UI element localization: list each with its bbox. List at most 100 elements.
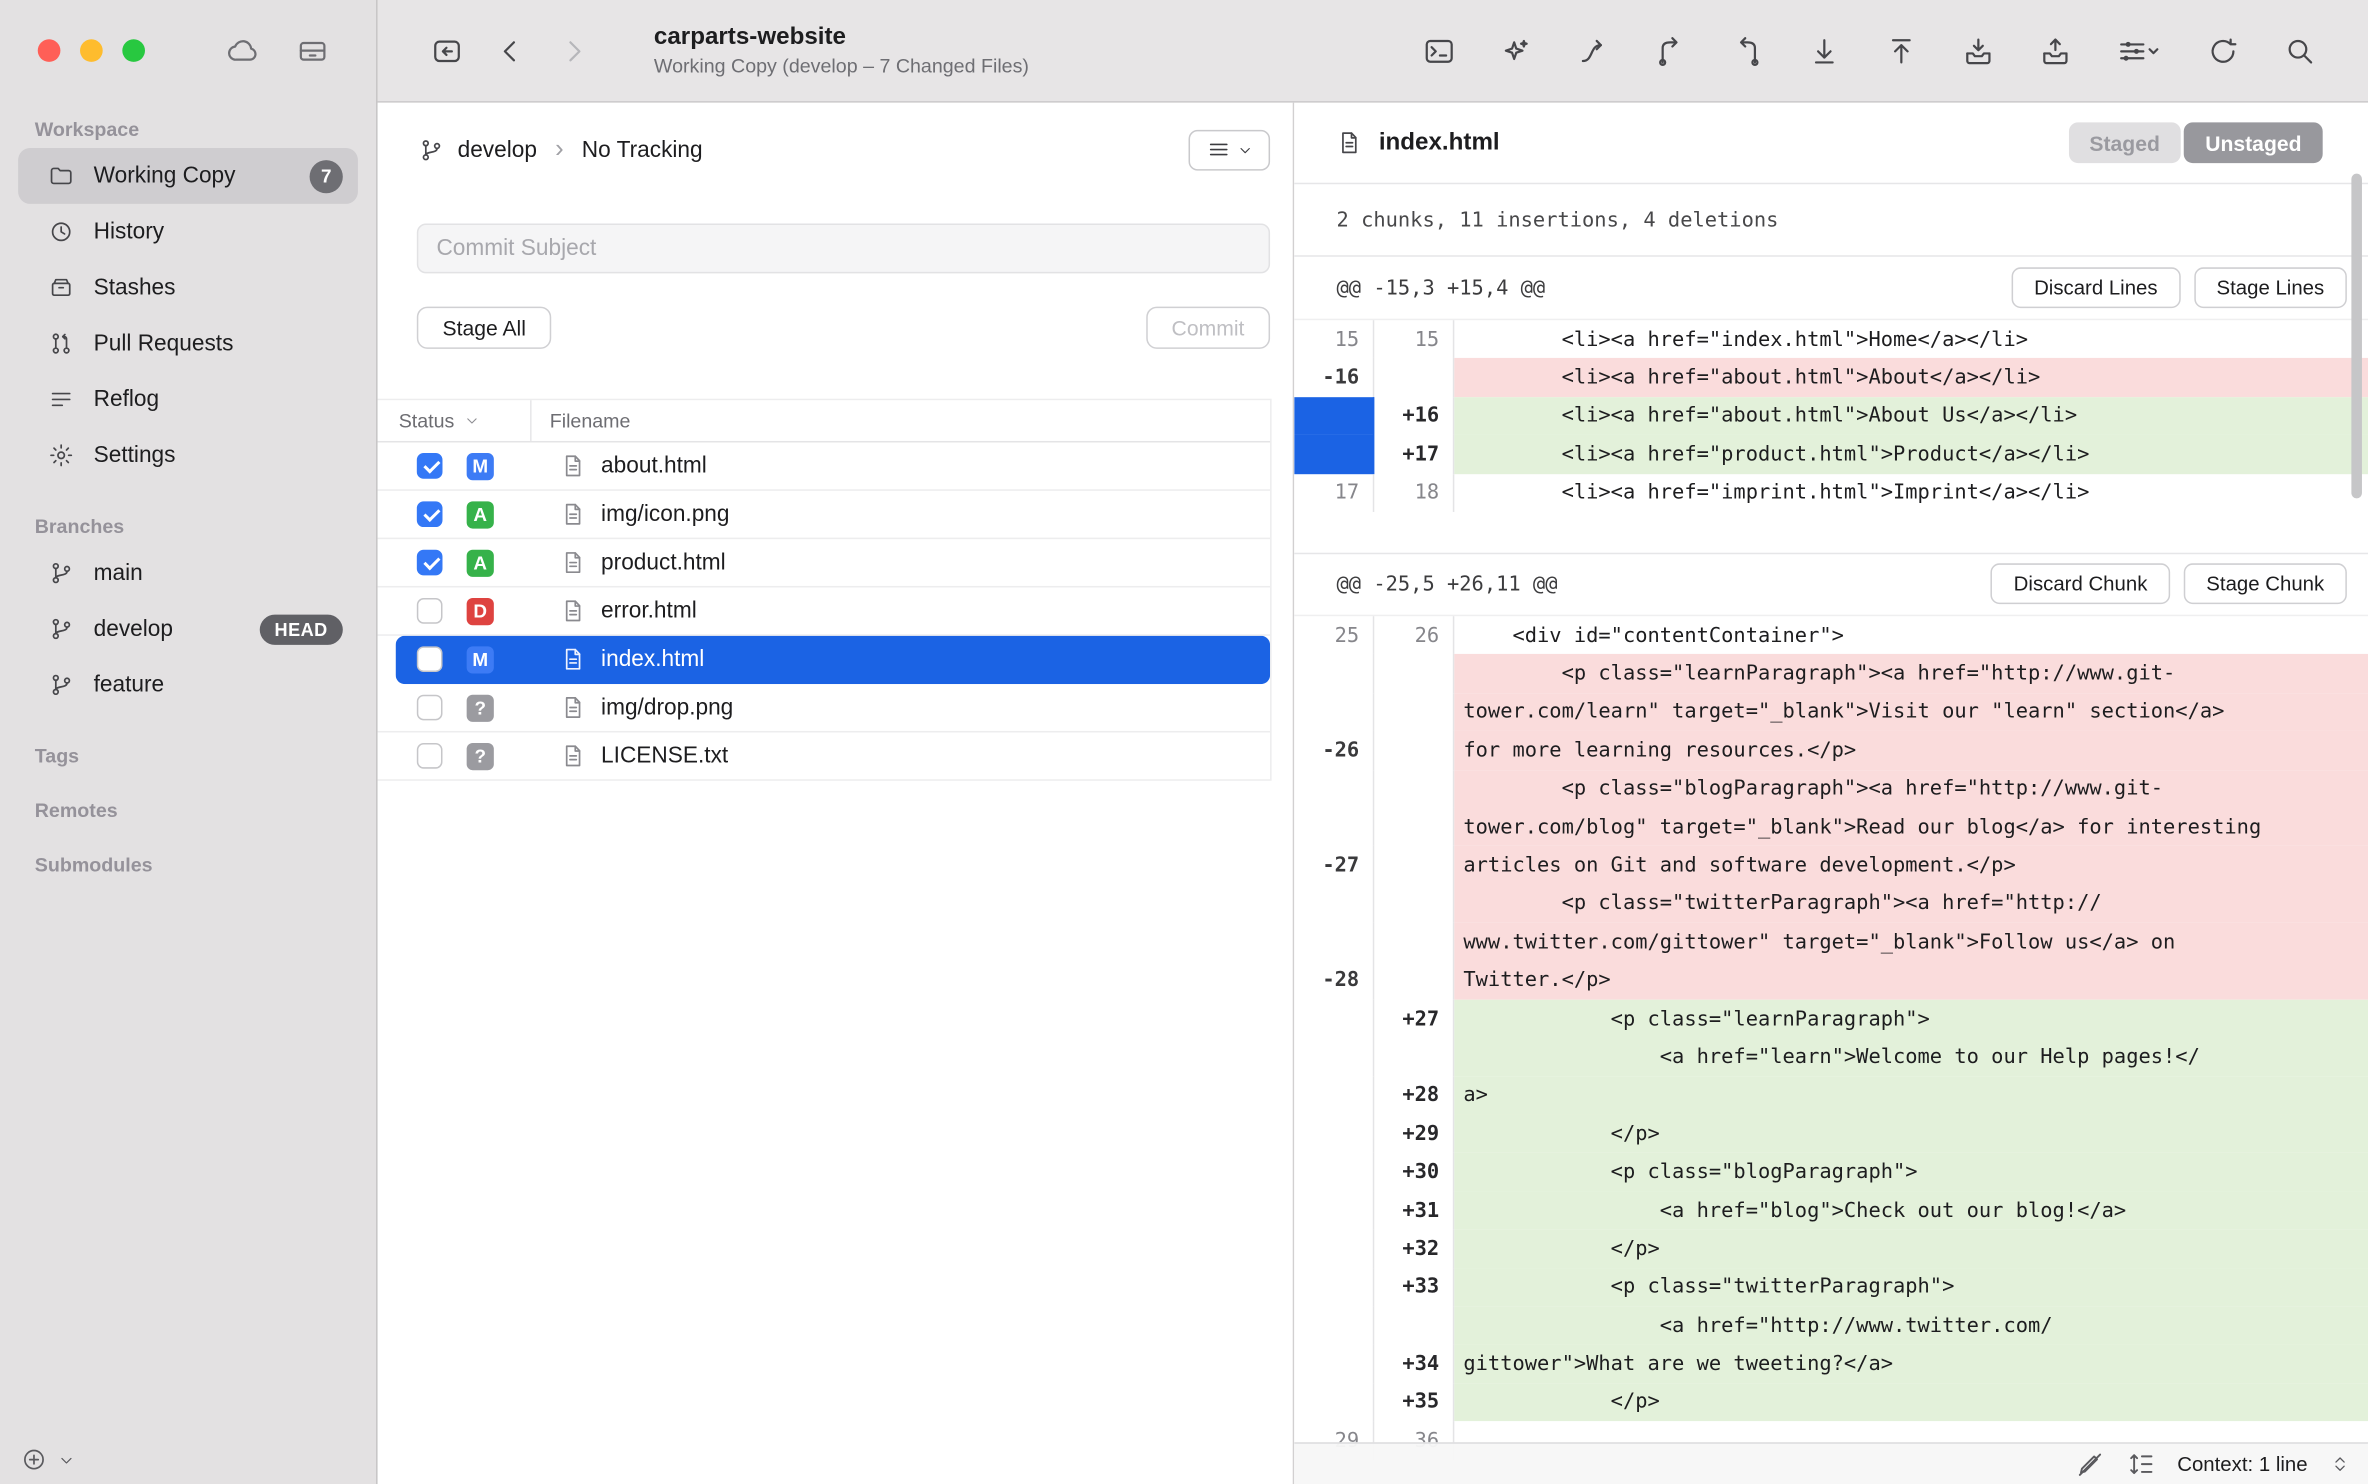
chevron-down-icon[interactable]: [57, 1451, 75, 1469]
zoom-window-button[interactable]: [122, 39, 145, 62]
sidebar-item-settings[interactable]: Settings: [18, 427, 358, 483]
sidebar-item-stashes[interactable]: Stashes: [18, 260, 358, 316]
diff-line[interactable]: <p class="blogParagraph"><a href="http:/…: [1294, 769, 2368, 807]
discard-button[interactable]: Discard Lines: [2011, 267, 2180, 308]
archive-icon[interactable]: [296, 35, 329, 68]
file-row-LICENSE.txt[interactable]: ?LICENSE.txt: [378, 732, 1271, 780]
stage-checkbox[interactable]: [417, 453, 443, 479]
stage-checkbox[interactable]: [417, 598, 443, 624]
close-window-button[interactable]: [38, 39, 61, 62]
diff-line[interactable]: -28Twitter.</p>: [1294, 961, 2368, 999]
sidebar-item-develop[interactable]: developHEAD: [18, 601, 358, 657]
diff-line[interactable]: <p class="learnParagraph"><a href="http:…: [1294, 654, 2368, 692]
diff-line[interactable]: +17 <li><a href="product.html">Product</…: [1294, 435, 2368, 473]
file-row-img/drop.png[interactable]: ?img/drop.png: [378, 684, 1271, 732]
repositories-icon[interactable]: [430, 34, 463, 67]
diff-line[interactable]: +35 </p>: [1294, 1383, 2368, 1421]
file-row-about.html[interactable]: Mabout.html: [378, 442, 1271, 490]
pull-icon[interactable]: [1808, 34, 1841, 67]
sidebar-group-remotes: Remotes: [0, 799, 376, 822]
line-spacing-icon[interactable]: [2126, 1450, 2155, 1479]
stage-all-button[interactable]: Stage All: [417, 307, 552, 349]
file-row-index.html[interactable]: Mindex.html: [396, 636, 1270, 684]
diff-line[interactable]: <p class="twitterParagraph"><a href="htt…: [1294, 885, 2368, 923]
stage-button[interactable]: Stage Chunk: [2184, 564, 2347, 605]
diff-line[interactable]: +27 <p class="learnParagraph">: [1294, 1000, 2368, 1038]
stage-button[interactable]: Stage Lines: [2194, 267, 2347, 308]
context-stepper[interactable]: [2330, 1454, 2350, 1474]
scrollbar-thumb[interactable]: [2351, 174, 2362, 499]
chevron-down-icon: [463, 412, 480, 429]
sidebar-item-feature[interactable]: feature: [18, 657, 358, 713]
diff-line[interactable]: tower.com/blog" target="_blank">Read our…: [1294, 808, 2368, 846]
filename-column-header[interactable]: Filename: [532, 409, 631, 432]
stash-icon[interactable]: [1962, 34, 1995, 67]
commit-button[interactable]: Commit: [1146, 307, 1270, 349]
stage-checkbox[interactable]: [417, 743, 443, 769]
refresh-icon[interactable]: [2206, 34, 2239, 67]
filter-icon[interactable]: [2116, 34, 2163, 67]
back-icon[interactable]: [494, 34, 527, 67]
diff-line[interactable]: +33 <p class="twitterParagraph">: [1294, 1268, 2368, 1306]
diff-line[interactable]: -26for more learning resources.</p>: [1294, 731, 2368, 769]
diff-line[interactable]: <a href="http://www.twitter.com/: [1294, 1306, 2368, 1344]
diff-line[interactable]: +32 </p>: [1294, 1230, 2368, 1268]
cloud-icon[interactable]: [227, 35, 260, 68]
terminal-icon[interactable]: [1423, 34, 1456, 67]
tracking-status[interactable]: No Tracking: [582, 137, 703, 163]
rebase-icon[interactable]: [1731, 34, 1764, 67]
unstaged-tab[interactable]: Unstaged: [2184, 122, 2323, 163]
diff-line[interactable]: 1515 <li><a href="index.html">Home</a></…: [1294, 320, 2368, 358]
diff-line[interactable]: <a href="learn">Welcome to our Help page…: [1294, 1038, 2368, 1076]
quick-actions-icon[interactable]: [1500, 34, 1533, 67]
sidebar-item-reflog[interactable]: Reflog: [18, 372, 358, 428]
checkout-icon[interactable]: [1577, 34, 1610, 67]
code-text: <a href="http://www.twitter.com/: [1454, 1306, 2368, 1344]
diff-line[interactable]: +16 <li><a href="about.html">About Us</a…: [1294, 397, 2368, 435]
new-line-number: +34: [1374, 1345, 1454, 1383]
old-line-number: [1294, 1153, 1374, 1191]
diff-line[interactable]: -27articles on Git and software developm…: [1294, 846, 2368, 884]
diff-line[interactable]: +29 </p>: [1294, 1115, 2368, 1153]
staged-tab[interactable]: Staged: [2068, 122, 2181, 163]
sidebar-item-working-copy[interactable]: Working Copy7: [18, 148, 358, 204]
view-mode-button[interactable]: [1189, 129, 1271, 170]
diff-line[interactable]: +34gittower">What are we tweeting?</a>: [1294, 1345, 2368, 1383]
file-row-product.html[interactable]: Aproduct.html: [378, 539, 1271, 587]
push-icon[interactable]: [1885, 34, 1918, 67]
sidebar-item-main[interactable]: main: [18, 545, 358, 601]
sidebar-group-workspace: WorkspaceWorking Copy7HistoryStashesPull…: [0, 118, 376, 483]
discard-button[interactable]: Discard Chunk: [1991, 564, 2170, 605]
minimize-window-button[interactable]: [80, 39, 103, 62]
stage-checkbox[interactable]: [417, 695, 443, 721]
stash-apply-icon[interactable]: [2039, 34, 2072, 67]
forward-icon[interactable]: [557, 34, 590, 67]
whitespace-icon[interactable]: [2075, 1450, 2104, 1479]
stage-checkbox[interactable]: [417, 550, 443, 576]
code-text: Twitter.</p>: [1454, 961, 2368, 999]
file-row-error.html[interactable]: Derror.html: [378, 587, 1271, 635]
code-text: <p class="blogParagraph">: [1454, 1153, 2368, 1191]
diff-line[interactable]: www.twitter.com/gittower" target="_blank…: [1294, 923, 2368, 961]
sidebar-item-pull-requests[interactable]: Pull Requests: [18, 316, 358, 372]
diff-line[interactable]: 2526 <div id="contentContainer">: [1294, 616, 2368, 654]
diff-line[interactable]: 1718 <li><a href="imprint.html">Imprint<…: [1294, 474, 2368, 512]
doc-icon: [560, 501, 586, 527]
search-icon[interactable]: [2283, 34, 2316, 67]
sidebar-item-history[interactable]: History: [18, 204, 358, 260]
diff-line[interactable]: +30 <p class="blogParagraph">: [1294, 1153, 2368, 1191]
commit-subject-input[interactable]: [417, 224, 1270, 274]
status-column-header[interactable]: Status: [399, 409, 455, 432]
add-repository-icon[interactable]: [21, 1447, 47, 1473]
chunk-range: @@ -25,5 +26,11 @@: [1337, 572, 1558, 596]
stage-checkbox[interactable]: [417, 646, 443, 672]
diff-line[interactable]: +31 <a href="blog">Check out our blog!</…: [1294, 1191, 2368, 1229]
diff-line[interactable]: tower.com/learn" target="_blank">Visit o…: [1294, 693, 2368, 731]
diff-line[interactable]: +28a>: [1294, 1076, 2368, 1114]
merge-icon[interactable]: [1654, 34, 1687, 67]
current-branch[interactable]: develop: [458, 137, 537, 163]
file-row-img/icon.png[interactable]: Aimg/icon.png: [378, 491, 1271, 539]
new-line-number: [1374, 1038, 1454, 1076]
stage-checkbox[interactable]: [417, 501, 443, 527]
diff-line[interactable]: -16 <li><a href="about.html">About</a></…: [1294, 359, 2368, 397]
